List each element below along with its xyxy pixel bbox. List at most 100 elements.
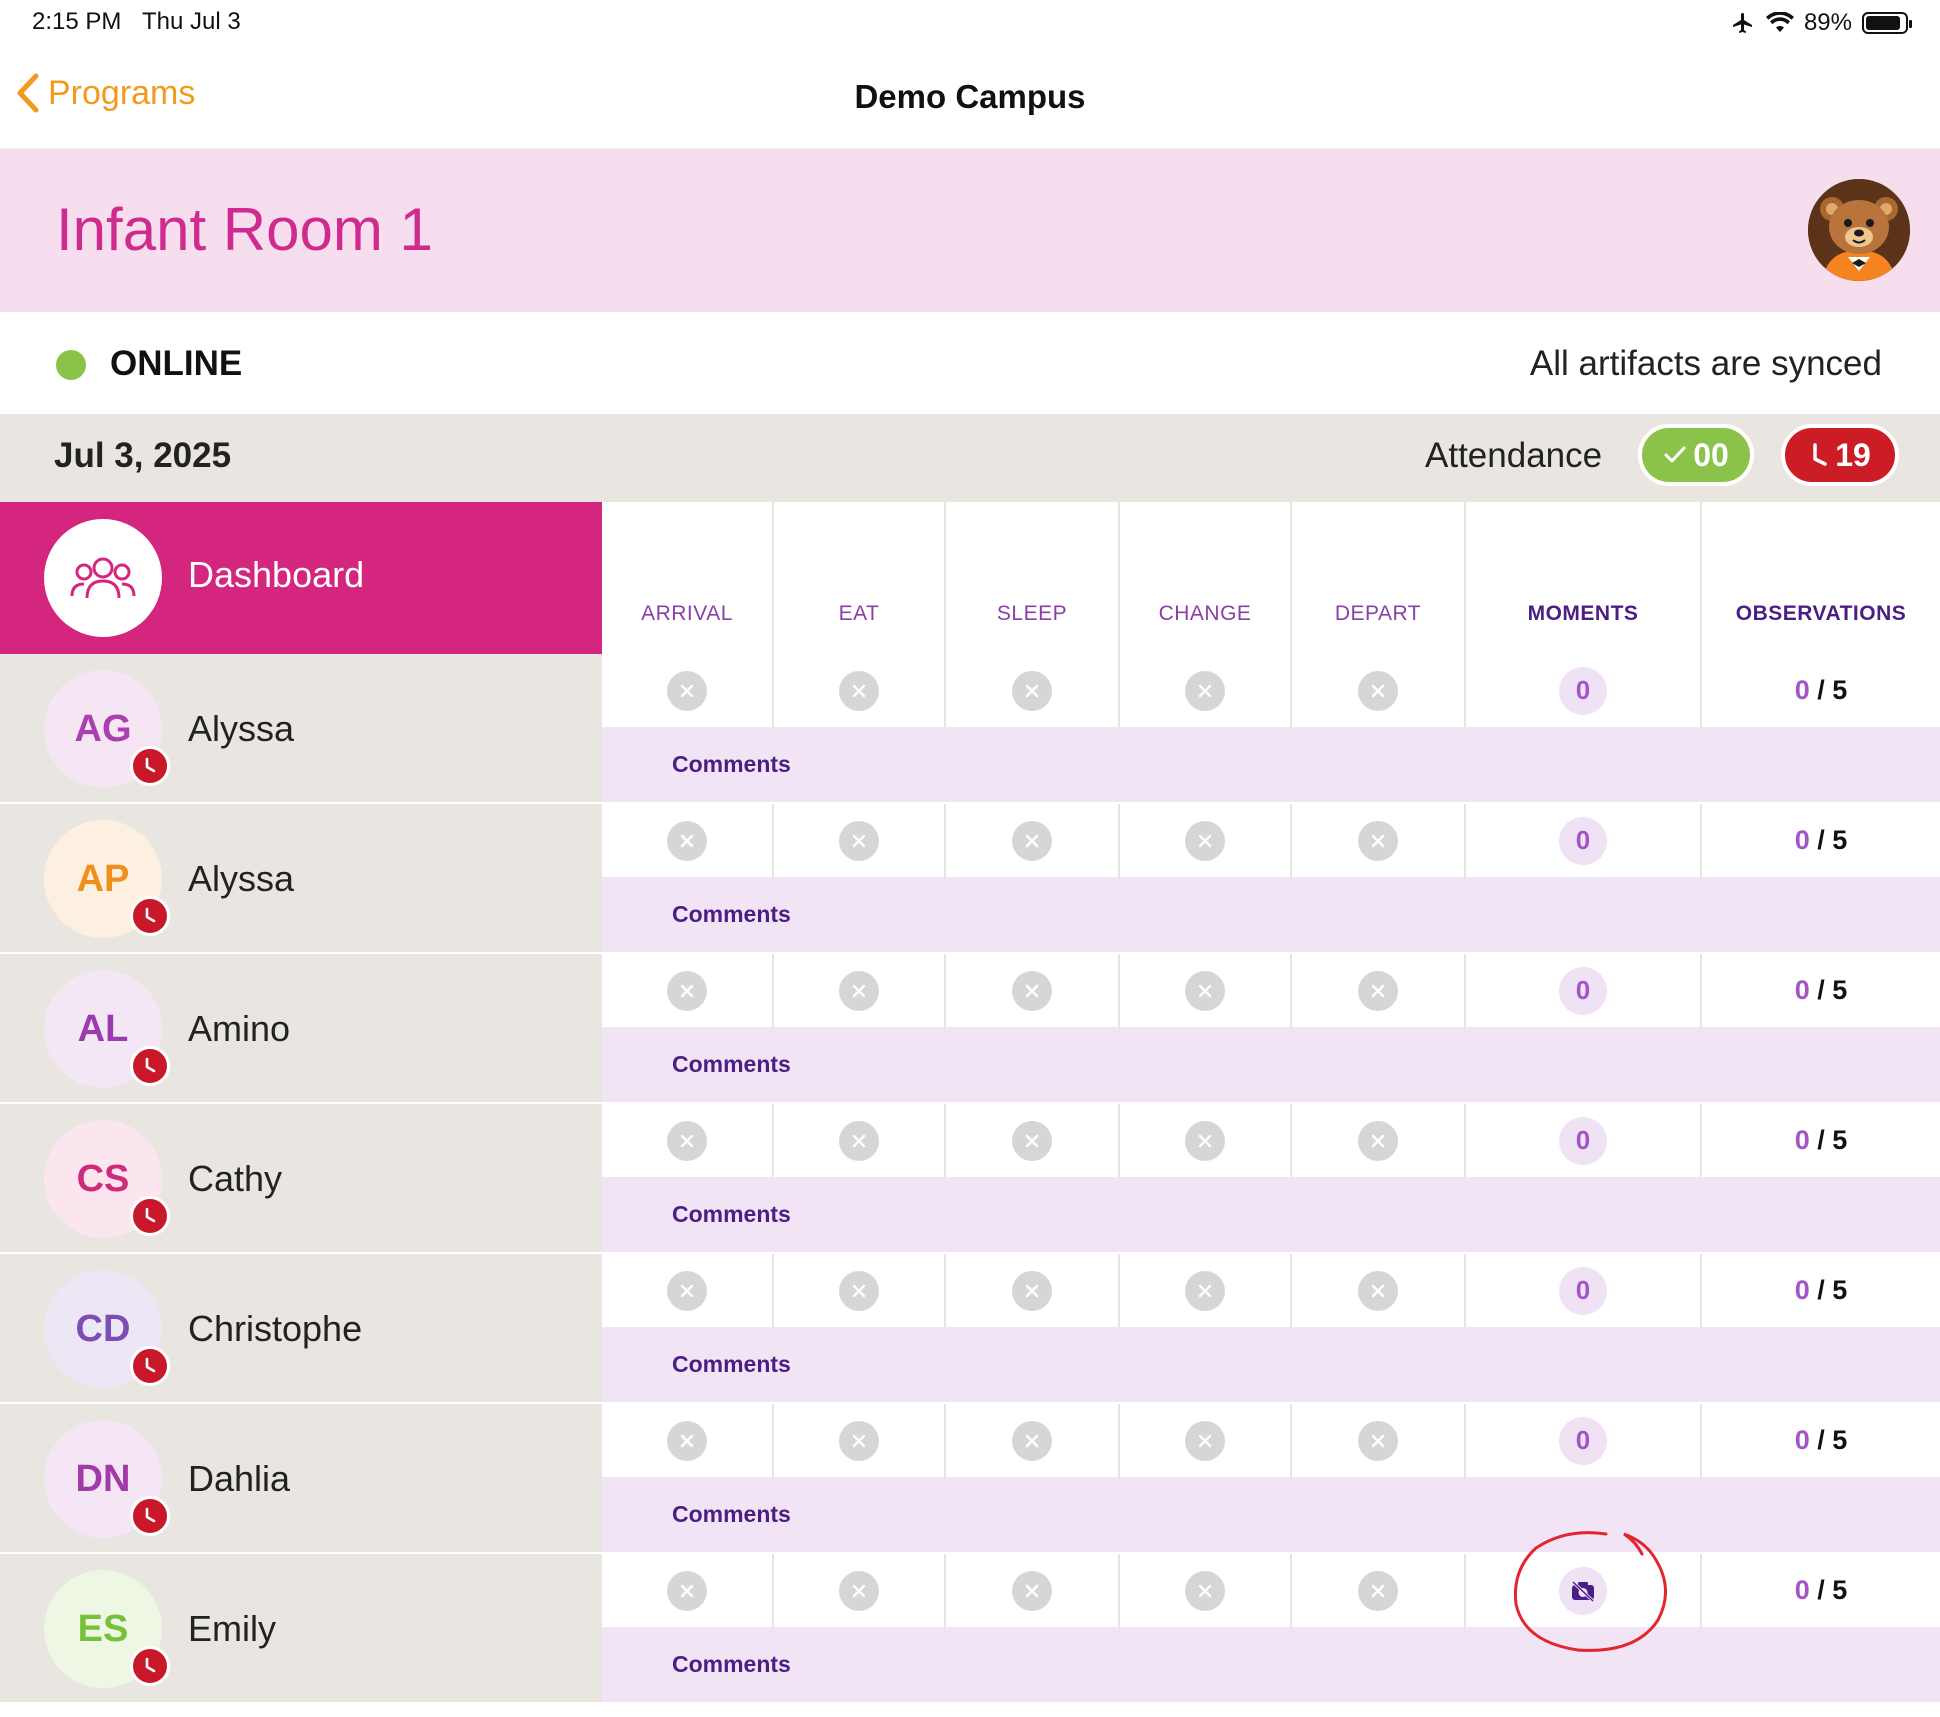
x-circle-icon bbox=[1358, 1570, 1398, 1611]
cell-change[interactable] bbox=[1120, 804, 1292, 877]
cell-eat[interactable] bbox=[774, 1404, 946, 1477]
cell-moments[interactable]: 0 bbox=[1466, 654, 1702, 727]
cell-eat[interactable] bbox=[774, 1104, 946, 1177]
cell-arrival[interactable] bbox=[602, 1404, 774, 1477]
cell-moments[interactable] bbox=[1466, 1554, 1702, 1627]
column-header-arrival[interactable]: ARRIVAL bbox=[602, 502, 774, 654]
cell-eat[interactable] bbox=[774, 1554, 946, 1627]
cell-depart[interactable] bbox=[1292, 954, 1466, 1027]
cell-moments[interactable]: 0 bbox=[1466, 1104, 1702, 1177]
comments-link[interactable]: Comments bbox=[672, 1351, 791, 1378]
child-row[interactable]: AP Alyssa bbox=[0, 804, 602, 954]
comments-strip[interactable]: Comments bbox=[602, 1477, 1940, 1552]
moments-count: 0 bbox=[1559, 966, 1607, 1015]
moments-count: 0 bbox=[1559, 1416, 1607, 1465]
observations-total: 5 bbox=[1832, 1575, 1848, 1605]
cell-moments[interactable]: 0 bbox=[1466, 1254, 1702, 1327]
comments-link[interactable]: Comments bbox=[672, 901, 791, 928]
cell-eat[interactable] bbox=[774, 654, 946, 727]
child-row[interactable]: CD Christophe bbox=[0, 1254, 602, 1404]
cell-eat[interactable] bbox=[774, 954, 946, 1027]
comments-link[interactable]: Comments bbox=[672, 1201, 791, 1228]
comments-strip[interactable]: Comments bbox=[602, 727, 1940, 802]
cell-change[interactable] bbox=[1120, 1554, 1292, 1627]
cell-depart[interactable] bbox=[1292, 1404, 1466, 1477]
cell-observations[interactable]: 0 / 5 bbox=[1702, 954, 1940, 1027]
cell-moments[interactable]: 0 bbox=[1466, 804, 1702, 877]
comments-strip[interactable]: Comments bbox=[602, 1327, 1940, 1402]
comments-link[interactable]: Comments bbox=[672, 1651, 791, 1678]
x-circle-icon bbox=[1012, 970, 1052, 1011]
cell-arrival[interactable] bbox=[602, 954, 774, 1027]
moments-count: 0 bbox=[1559, 1116, 1607, 1165]
cell-sleep[interactable] bbox=[946, 654, 1120, 727]
comments-strip[interactable]: Comments bbox=[602, 1177, 1940, 1252]
column-header-change[interactable]: CHANGE bbox=[1120, 502, 1292, 654]
comments-link[interactable]: Comments bbox=[672, 1051, 791, 1078]
cell-change[interactable] bbox=[1120, 954, 1292, 1027]
column-header-eat[interactable]: EAT bbox=[774, 502, 946, 654]
cell-arrival[interactable] bbox=[602, 1554, 774, 1627]
cell-observations[interactable]: 0 / 5 bbox=[1702, 1104, 1940, 1177]
current-date[interactable]: Jul 3, 2025 bbox=[54, 436, 231, 476]
mascot-bear-avatar[interactable] bbox=[1808, 179, 1910, 281]
cell-eat[interactable] bbox=[774, 804, 946, 877]
observations-done: 0 bbox=[1794, 1425, 1810, 1455]
cell-sleep[interactable] bbox=[946, 1254, 1120, 1327]
cell-depart[interactable] bbox=[1292, 804, 1466, 877]
cell-moments[interactable]: 0 bbox=[1466, 954, 1702, 1027]
column-header-observations[interactable]: OBSERVATIONS bbox=[1702, 502, 1940, 654]
cell-sleep[interactable] bbox=[946, 804, 1120, 877]
column-header-moments[interactable]: MOMENTS bbox=[1466, 502, 1702, 654]
cell-depart[interactable] bbox=[1292, 1554, 1466, 1627]
cell-sleep[interactable] bbox=[946, 954, 1120, 1027]
child-name: Alyssa bbox=[188, 858, 295, 899]
column-header-sleep[interactable]: SLEEP bbox=[946, 502, 1120, 654]
absent-count-badge[interactable]: 19 bbox=[1781, 424, 1899, 486]
child-row[interactable]: CS Cathy bbox=[0, 1104, 602, 1254]
nav-title: Demo Campus bbox=[854, 78, 1086, 115]
observations-total: 5 bbox=[1832, 675, 1848, 705]
observations-count: 0 / 5 bbox=[1795, 675, 1848, 706]
cell-observations[interactable]: 0 / 5 bbox=[1702, 1254, 1940, 1327]
cell-observations[interactable]: 0 / 5 bbox=[1702, 804, 1940, 877]
cell-depart[interactable] bbox=[1292, 654, 1466, 727]
cell-observations[interactable]: 0 / 5 bbox=[1702, 654, 1940, 727]
dashboard-icon-circle bbox=[44, 519, 162, 637]
observations-separator: / bbox=[1809, 1425, 1833, 1455]
dashboard-tile[interactable]: Dashboard bbox=[0, 502, 602, 654]
cell-arrival[interactable] bbox=[602, 1254, 774, 1327]
cell-change[interactable] bbox=[1120, 654, 1292, 727]
cell-change[interactable] bbox=[1120, 1104, 1292, 1177]
cell-change[interactable] bbox=[1120, 1254, 1292, 1327]
cell-observations[interactable]: 0 / 5 bbox=[1702, 1554, 1940, 1627]
comments-link[interactable]: Comments bbox=[672, 751, 791, 778]
comments-strip[interactable]: Comments bbox=[602, 877, 1940, 952]
absent-count: 19 bbox=[1835, 436, 1871, 473]
late-clock-icon bbox=[130, 1496, 170, 1536]
cell-observations[interactable]: 0 / 5 bbox=[1702, 1404, 1940, 1477]
cell-moments[interactable]: 0 bbox=[1466, 1404, 1702, 1477]
cell-eat[interactable] bbox=[774, 1254, 946, 1327]
child-row[interactable]: DN Dahlia bbox=[0, 1404, 602, 1554]
cell-arrival[interactable] bbox=[602, 804, 774, 877]
comments-strip[interactable]: Comments bbox=[602, 1027, 1940, 1102]
column-header-depart[interactable]: DEPART bbox=[1292, 502, 1466, 654]
cell-sleep[interactable] bbox=[946, 1404, 1120, 1477]
comments-strip[interactable]: Comments bbox=[602, 1627, 1940, 1702]
x-circle-icon bbox=[667, 1270, 707, 1311]
cell-arrival[interactable] bbox=[602, 654, 774, 727]
comments-link[interactable]: Comments bbox=[672, 1501, 791, 1528]
x-circle-icon bbox=[1185, 670, 1225, 711]
cell-sleep[interactable] bbox=[946, 1104, 1120, 1177]
cell-depart[interactable] bbox=[1292, 1104, 1466, 1177]
cell-depart[interactable] bbox=[1292, 1254, 1466, 1327]
activity-row: 00 / 5 Comments bbox=[602, 1404, 1940, 1554]
child-row[interactable]: AG Alyssa bbox=[0, 654, 602, 804]
child-row[interactable]: ES Emily bbox=[0, 1554, 602, 1704]
cell-sleep[interactable] bbox=[946, 1554, 1120, 1627]
child-row[interactable]: AL Amino bbox=[0, 954, 602, 1104]
cell-arrival[interactable] bbox=[602, 1104, 774, 1177]
present-count-badge[interactable]: 00 bbox=[1638, 424, 1754, 486]
cell-change[interactable] bbox=[1120, 1404, 1292, 1477]
